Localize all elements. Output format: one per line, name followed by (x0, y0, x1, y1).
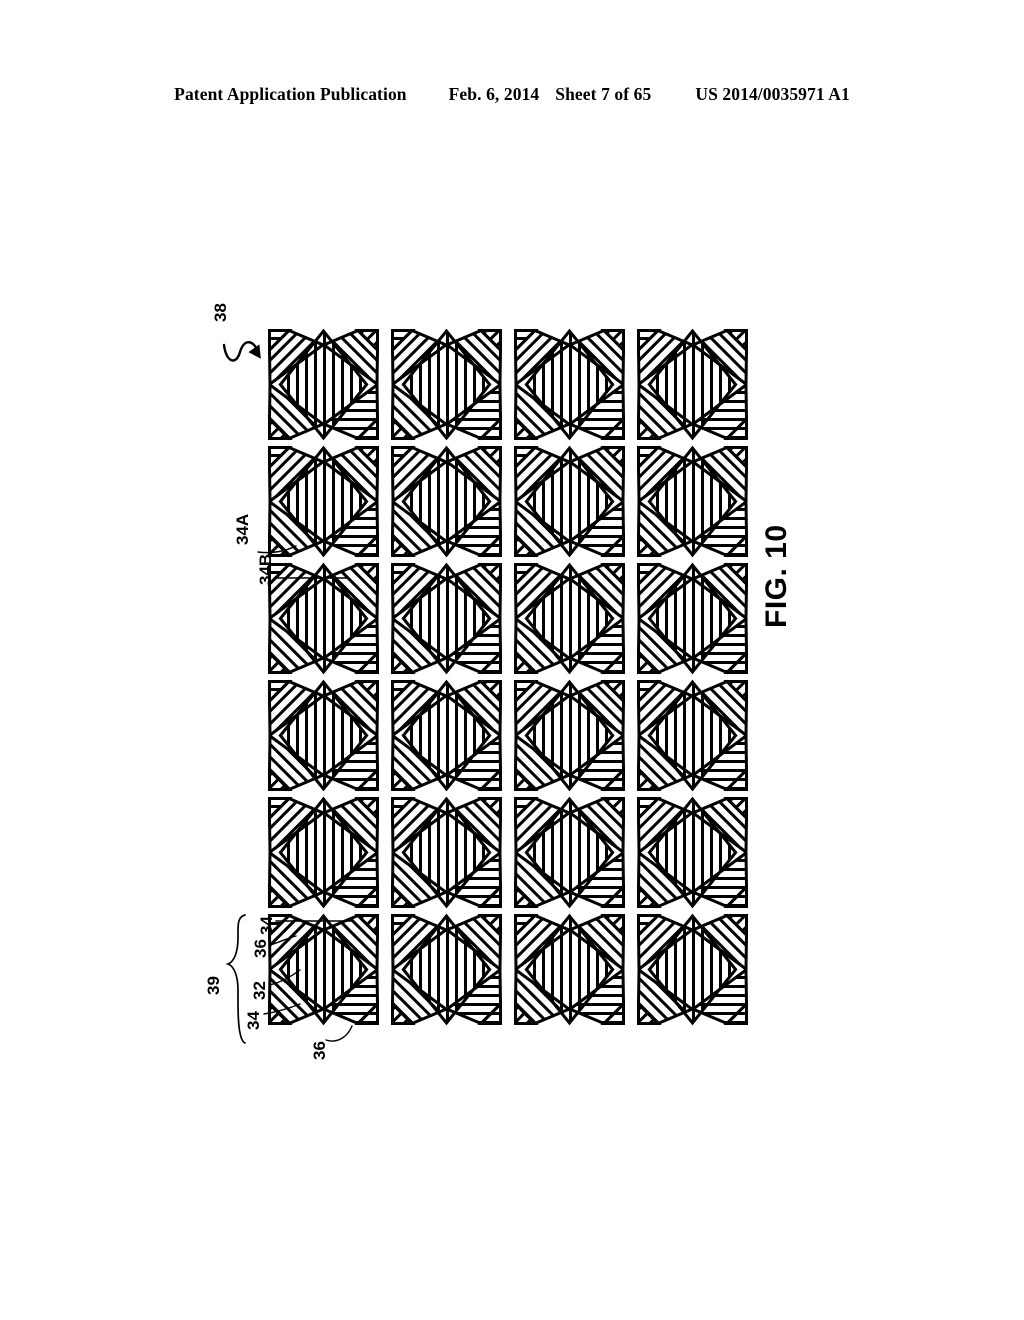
sector-bottom-left (268, 532, 293, 557)
sector-top-right (354, 329, 379, 354)
brace-39 (225, 914, 246, 1044)
ref-numeral-34-lower: 34 (244, 1011, 263, 1030)
flank-upper-left (390, 679, 450, 738)
sector-top-right (600, 446, 625, 471)
sector-bottom-left (514, 1000, 539, 1025)
flank-upper-left (267, 562, 327, 621)
sector-top-right (600, 329, 625, 354)
sector-top-right (354, 563, 379, 588)
sector-top-right (354, 914, 379, 939)
ref-numeral-32: 32 (250, 981, 269, 1000)
sector-bottom-left (391, 1000, 416, 1025)
flank-upper-left (513, 562, 573, 621)
sector-bottom-left (268, 883, 293, 908)
leader-36-lower (325, 1025, 353, 1042)
sector-bottom-left (391, 883, 416, 908)
flank-upper-left (390, 562, 450, 621)
sector-top-right (600, 680, 625, 705)
sector-top-right (600, 914, 625, 939)
sector-top-right (477, 329, 502, 354)
sector-top-right (354, 797, 379, 822)
sector-bottom-left (514, 415, 539, 440)
sector-bottom-left (268, 766, 293, 791)
ref-numeral-39: 39 (204, 976, 223, 995)
sector-top-right (477, 914, 502, 939)
sector-top-right (354, 446, 379, 471)
flank-upper-left (513, 913, 573, 972)
sector-top-right (477, 563, 502, 588)
tile-grid (267, 328, 749, 1026)
sector-top-right (600, 797, 625, 822)
arrowhead-38 (248, 344, 261, 359)
ref-numeral-38: 38 (211, 303, 230, 322)
sector-top-right (354, 680, 379, 705)
flank-upper-left (390, 328, 450, 387)
sector-bottom-left (391, 415, 416, 440)
patent-figure: FIG. 10 38 34A 34B 39 34 36 32 34 36 (0, 0, 1024, 1320)
sector-bottom-left (268, 649, 293, 674)
flank-upper-left (390, 445, 450, 504)
figure-drawing (222, 328, 749, 1044)
flank-upper-left (390, 913, 450, 972)
flank-upper-left (513, 796, 573, 855)
sector-bottom-left (514, 766, 539, 791)
flank-upper-left (513, 679, 573, 738)
sector-bottom-left (391, 532, 416, 557)
flank-upper-left (513, 445, 573, 504)
ref-numeral-34a: 34A (233, 513, 252, 545)
ref-numeral-34-upper: 34 (257, 916, 276, 935)
flank-upper-left (267, 328, 327, 387)
sector-bottom-left (514, 532, 539, 557)
sector-bottom-left (391, 649, 416, 674)
ref-numeral-34b: 34B (256, 553, 275, 585)
sector-top-right (477, 680, 502, 705)
sector-top-right (600, 563, 625, 588)
flank-upper-left (267, 913, 327, 972)
flank-upper-left (267, 679, 327, 738)
figure-caption: FIG. 10 (760, 524, 793, 628)
flank-upper-left (390, 796, 450, 855)
sector-top-right (477, 797, 502, 822)
sector-bottom-left (268, 415, 293, 440)
ref-numeral-36-upper: 36 (251, 939, 270, 958)
flank-upper-left (267, 796, 327, 855)
sector-top-right (477, 446, 502, 471)
ref-numeral-36-lower: 36 (310, 1041, 329, 1060)
sector-bottom-left (268, 1000, 293, 1025)
sector-bottom-left (514, 883, 539, 908)
flank-upper-left (513, 328, 573, 387)
flank-upper-left (267, 445, 327, 504)
sector-bottom-left (514, 649, 539, 674)
sector-bottom-left (391, 766, 416, 791)
